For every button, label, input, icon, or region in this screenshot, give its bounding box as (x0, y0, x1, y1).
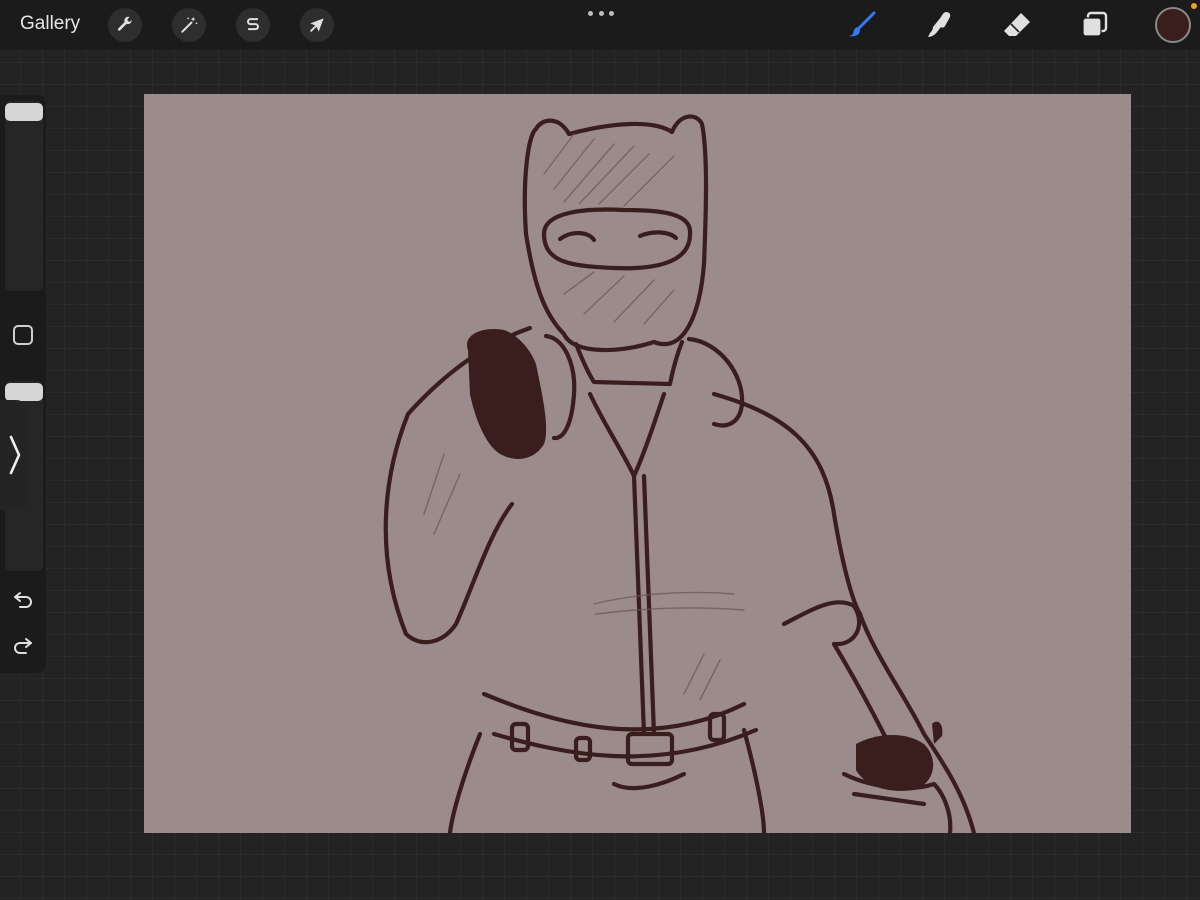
modify-button[interactable] (13, 325, 33, 345)
eraser-icon (1004, 13, 1030, 36)
left-sidebar (0, 95, 46, 673)
top-toolbar: Gallery (0, 0, 1200, 50)
wrench-icon (117, 16, 133, 31)
layers-icon (1082, 11, 1108, 37)
brush-size-slider-thumb[interactable] (5, 103, 43, 121)
brush-size-slider[interactable] (5, 101, 43, 291)
chevron-right-icon (9, 435, 21, 475)
color-picker-button[interactable] (1155, 7, 1191, 43)
adjustments-button[interactable] (172, 8, 206, 42)
undo-button[interactable] (11, 587, 35, 611)
status-dot (1191, 3, 1197, 9)
brush-tool-button[interactable] (843, 6, 881, 44)
selection-button[interactable] (236, 8, 270, 42)
sidebar-toggle-tab[interactable] (0, 400, 30, 510)
gallery-button[interactable]: Gallery (20, 13, 80, 35)
arrow-cursor-icon (310, 18, 324, 32)
opacity-slider-thumb[interactable] (5, 383, 43, 401)
layers-button[interactable] (1076, 6, 1114, 44)
sketch-illustration (383, 114, 977, 833)
transform-button[interactable] (300, 8, 334, 42)
selection-s-icon (247, 18, 259, 31)
brush-icon (849, 11, 876, 37)
smudge-finger-icon (928, 12, 951, 37)
magic-wand-icon (181, 16, 198, 33)
eraser-tool-button[interactable] (998, 6, 1036, 44)
undo-arrow-icon (14, 592, 32, 608)
dot-icon (609, 10, 614, 16)
actions-button[interactable] (108, 8, 142, 42)
more-options-button[interactable] (588, 9, 614, 17)
smudge-tool-button[interactable] (920, 6, 958, 44)
redo-arrow-icon (14, 638, 32, 654)
dot-icon (588, 10, 593, 16)
drawing-canvas[interactable] (144, 94, 1131, 833)
redo-button[interactable] (11, 633, 35, 657)
dot-icon (598, 10, 604, 16)
